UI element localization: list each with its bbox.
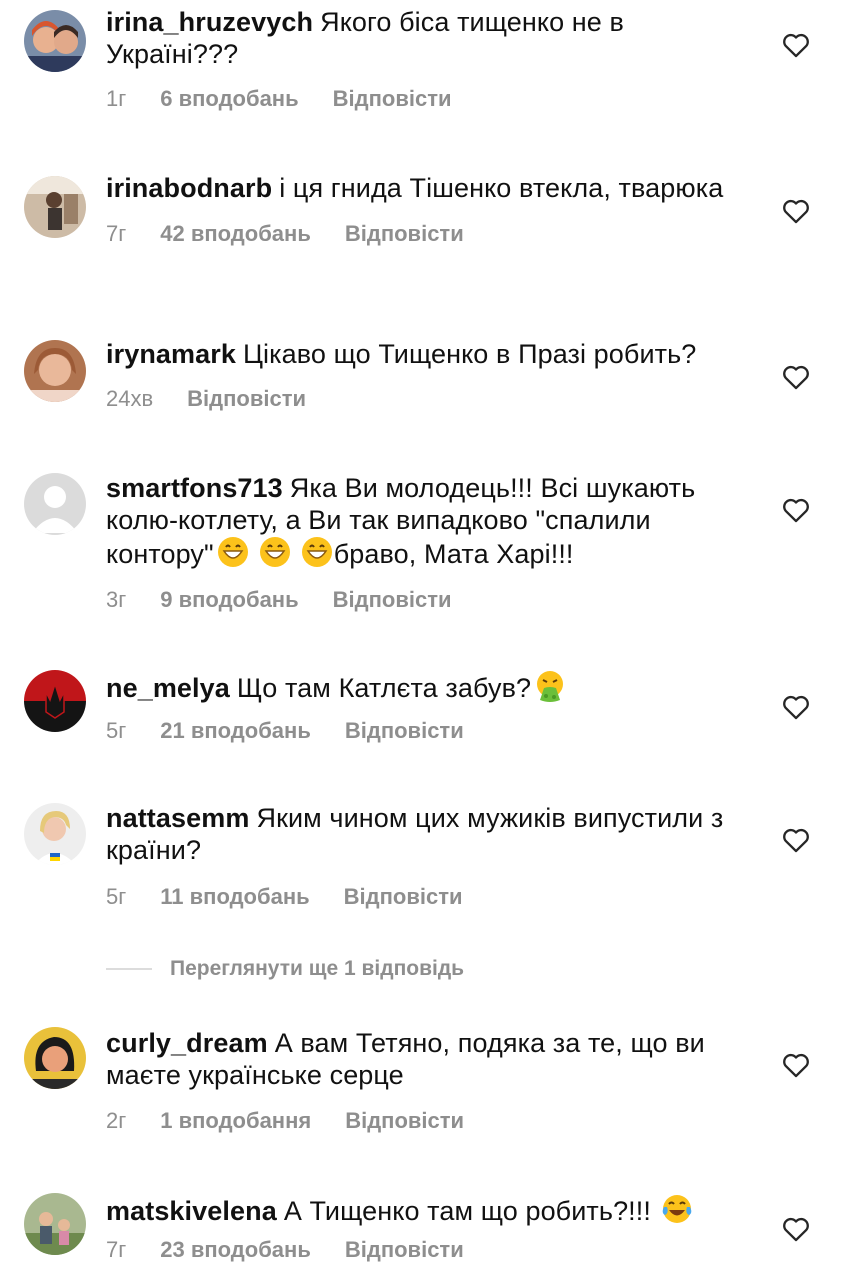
heart-outline-icon[interactable] [782, 1216, 810, 1242]
comment-time: 5г [106, 718, 127, 743]
avatar[interactable] [24, 10, 86, 72]
comment-text: irina_hruzevych Якого біса тищенко не в У… [106, 6, 746, 70]
reply-button[interactable]: Відповісти [333, 587, 452, 613]
reply-button[interactable]: Відповісти [345, 718, 464, 744]
grinning-face-emoji [217, 537, 248, 567]
heart-outline-icon[interactable] [782, 32, 810, 58]
likes-count[interactable]: 1 вподобання [160, 1108, 311, 1134]
comment-text: matskivelena А Тищенко там що робить?!!! [106, 1193, 746, 1227]
reply-button[interactable]: Відповісти [345, 221, 464, 247]
comment-text: irinabodnarb і ця гнида Тішенко втекла, т… [106, 172, 746, 204]
avatar-image [24, 340, 86, 402]
heart-outline-icon[interactable] [782, 694, 810, 720]
avatar-image [24, 176, 86, 238]
tears-of-joy-emoji [662, 1195, 692, 1223]
comment-username[interactable]: smartfons713 [106, 473, 283, 503]
likes-count[interactable]: 6 вподобань [160, 86, 298, 112]
comment-text: ne_melya Що там Катлєта забув? [106, 670, 746, 704]
comment-username[interactable]: nattasemm [106, 803, 249, 833]
avatar-image [24, 1193, 86, 1255]
comment-text: smartfons713 Яка Ви молодець!!! Всі шукаю… [106, 472, 746, 570]
avatar[interactable] [24, 1027, 86, 1089]
vomiting-face-emoji [537, 671, 564, 702]
comment-body-after: браво, Мата Харі!!! [333, 539, 574, 569]
avatar-image [24, 1027, 86, 1089]
comment-time: 2г [106, 1108, 127, 1133]
comment-username[interactable]: irynamark [106, 339, 236, 369]
comment-body: Що там Катлєта забув? [236, 673, 532, 703]
avatar[interactable] [24, 340, 86, 402]
heart-outline-icon[interactable] [782, 827, 810, 853]
reply-button[interactable]: Відповісти [187, 386, 306, 412]
reply-button[interactable]: Відповісти [345, 1237, 464, 1263]
comment-text: nattasemm Яким чином цих мужиків випустил… [106, 802, 746, 866]
comment-username[interactable]: matskivelena [106, 1196, 277, 1226]
comment-body: Цікаво що Тищенко в Празі робить? [242, 339, 697, 369]
comment-time: 5г [106, 884, 127, 909]
comment-text: irynamark Цікаво що Тищенко в Празі робит… [106, 338, 746, 370]
default-avatar-icon [24, 473, 86, 535]
likes-count[interactable]: 11 вподобань [160, 884, 309, 910]
comment-time: 24хв [106, 386, 154, 411]
comment-time: 1г [106, 86, 127, 111]
view-more-replies-label: Переглянути ще 1 відповідь [170, 957, 465, 980]
grinning-face-emoji [301, 537, 332, 567]
replies-divider [106, 968, 152, 970]
comment-username[interactable]: irina_hruzevych [106, 7, 313, 37]
heart-outline-icon[interactable] [782, 1052, 810, 1078]
comment-username[interactable]: curly_dream [106, 1028, 268, 1058]
comment-time: 3г [106, 587, 127, 612]
avatar-image [24, 10, 86, 72]
avatar[interactable] [24, 670, 86, 732]
reply-button[interactable]: Відповісти [345, 1108, 464, 1134]
avatar[interactable] [24, 1193, 86, 1255]
avatar[interactable] [24, 473, 86, 535]
likes-count[interactable]: 23 вподобань [160, 1237, 311, 1263]
comment-time: 7г [106, 221, 127, 246]
likes-count[interactable]: 42 вподобань [160, 221, 311, 247]
avatar-image [24, 670, 86, 732]
heart-outline-icon[interactable] [782, 364, 810, 390]
avatar[interactable] [24, 803, 86, 865]
view-more-replies-button[interactable]: Переглянути ще 1 відповідь [106, 956, 464, 982]
avatar[interactable] [24, 176, 86, 238]
heart-outline-icon[interactable] [782, 497, 810, 523]
heart-outline-icon[interactable] [782, 198, 810, 224]
grinning-face-emoji [259, 537, 290, 567]
reply-button[interactable]: Відповісти [344, 884, 463, 910]
likes-count[interactable]: 21 вподобань [160, 718, 311, 744]
avatar-image [24, 803, 86, 865]
comment-body: і ця гнида Тішенко втекла, тварюка [279, 173, 724, 203]
comment-username[interactable]: ne_melya [106, 673, 230, 703]
likes-count[interactable]: 9 вподобань [160, 587, 298, 613]
comment-body: А Тищенко там що робить?!!! [283, 1196, 651, 1226]
comment-text: curly_dream А вам Тетяно, подяка за те, щ… [106, 1027, 746, 1091]
reply-button[interactable]: Відповісти [333, 86, 452, 112]
comment-time: 7г [106, 1237, 127, 1262]
comment-username[interactable]: irinabodnarb [106, 173, 272, 203]
